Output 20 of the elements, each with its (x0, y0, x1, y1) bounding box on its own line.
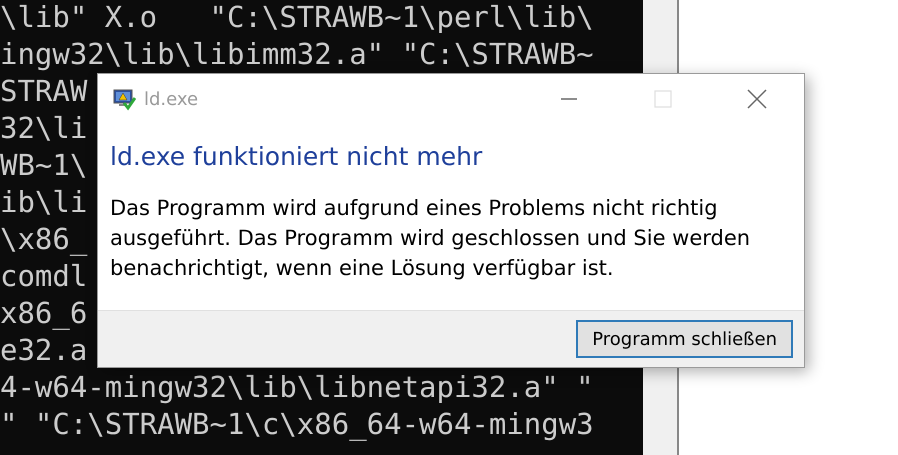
console-line: 32\li (0, 110, 88, 147)
console-line: ib\li (0, 184, 88, 221)
dialog-heading: ld.exe funktioniert nicht mehr (110, 142, 484, 171)
console-line: ingw32\lib\libimm32.a" "C:\STRAWB~ (0, 36, 594, 73)
console-line: WB~1\ (0, 147, 88, 184)
console-line: comdl (0, 258, 88, 295)
maximize-icon (653, 89, 673, 109)
error-message: Das Programm wird aufgrund eines Problems nicht richtig ausgeführt. Das Programm wird geschlossen und Sie werden benachrichtigt, wenn eine Lösung verfügbar ist. (110, 195, 752, 282)
monitor-warning-icon (112, 87, 136, 111)
close-program-button[interactable]: Programm schließen (576, 320, 793, 358)
close-icon (747, 89, 767, 109)
minimize-icon (561, 98, 577, 100)
console-line: " "C:\STRAWB~1\c\x86_64-w64-mingw3 (0, 406, 594, 443)
console-line: e32.a (0, 332, 88, 369)
window-title: ld.exe (144, 88, 198, 110)
console-line: \lib" X.o "C:\STRAWB~1\perl\lib\ (0, 0, 594, 36)
console-line: \x86_ (0, 221, 88, 258)
console-line: x86_6 (0, 295, 88, 332)
console-line: 4-w64-mingw32\lib\libnetapi32.a" " (0, 369, 594, 406)
console-line: STRAW (0, 73, 88, 110)
